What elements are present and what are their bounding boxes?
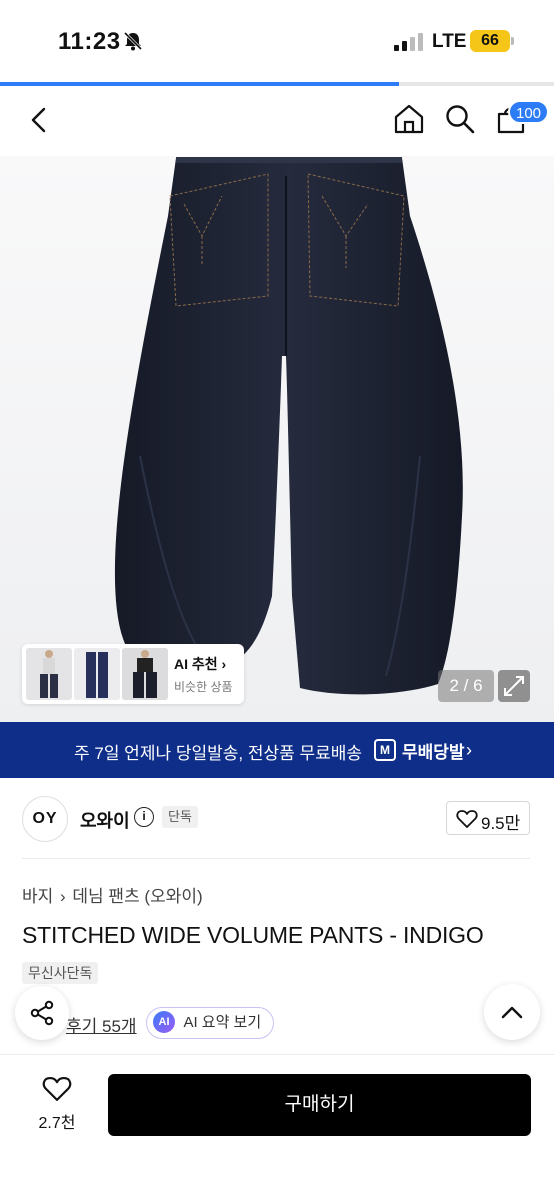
shipping-banner[interactable]: 주 7일 언제나 당일발송, 전상품 무료배송 M 무배당발 ›: [0, 722, 554, 778]
ai-recommend-title: AI 추천 ›: [174, 656, 227, 672]
status-bar: 11:23 LTE 66: [0, 0, 554, 84]
bell-off-icon: [123, 31, 143, 51]
ai-summary-label: AI 요약 보기: [183, 1014, 262, 1031]
review-link[interactable]: 후기 55개: [66, 1012, 137, 1037]
search-icon[interactable]: [444, 103, 476, 135]
scroll-top-button[interactable]: [484, 984, 540, 1040]
breadcrumb: 바지 › 데님 팬츠 (오와이): [22, 882, 205, 907]
status-time: 11:23: [58, 28, 121, 55]
heart-icon: [42, 1077, 72, 1101]
battery-cap: [511, 37, 514, 45]
bottom-action-bar: 2.7천 구매하기: [0, 1054, 554, 1200]
product-title: STITCHED WIDE VOLUME PANTS - INDIGO: [22, 922, 484, 948]
image-counter: 2 / 6: [438, 670, 494, 702]
exclusive-tag: 무신사단독: [22, 962, 99, 984]
ai-badge-icon: AI: [153, 1011, 175, 1033]
top-navigation: 100: [0, 86, 554, 156]
buy-button[interactable]: 구매하기: [108, 1074, 531, 1136]
brand-exclusive-tag: 단독: [162, 806, 198, 828]
back-arrow-icon[interactable]: [24, 104, 56, 136]
battery-indicator: 66: [470, 30, 510, 52]
banner-service-name: 무배당발: [402, 743, 465, 762]
product-image-gallery[interactable]: AI 추천 › 비슷한 상품 2 / 6: [0, 156, 554, 722]
ai-recommend-label[interactable]: AI 추천 › 비슷한 상품: [174, 654, 233, 695]
home-icon[interactable]: [392, 102, 426, 136]
divider: [22, 858, 530, 859]
breadcrumb-item[interactable]: 데님 팬츠 (오와이): [72, 887, 202, 906]
wishlist-count: 2.7천: [38, 1115, 76, 1132]
chevron-right-icon: ›: [221, 656, 227, 672]
brand-like-count: 9.5만: [481, 814, 521, 833]
ai-recommend-strip[interactable]: AI 추천 › 비슷한 상품: [22, 644, 244, 704]
brand-logo[interactable]: OY: [22, 796, 68, 842]
recommend-thumbnail[interactable]: [122, 648, 168, 700]
heart-icon: [456, 810, 478, 828]
expand-icon[interactable]: [498, 670, 530, 702]
ai-summary-button[interactable]: AI AI 요약 보기: [146, 1007, 275, 1039]
signal-icon: [394, 33, 423, 51]
ai-recommend-subtitle: 비슷한 상품: [174, 680, 233, 694]
breadcrumb-item[interactable]: 바지: [22, 887, 53, 906]
info-icon[interactable]: i: [134, 807, 154, 827]
network-type: LTE: [432, 31, 467, 52]
recommend-thumbnail[interactable]: [26, 648, 72, 700]
product-image: [114, 157, 463, 695]
brand-like-button[interactable]: 9.5만: [446, 801, 530, 835]
wishlist-button[interactable]: 2.7천: [30, 1075, 84, 1133]
chevron-right-icon: ›: [466, 740, 472, 760]
recommend-thumbnail[interactable]: [74, 648, 120, 700]
chevron-right-icon: ›: [60, 887, 66, 906]
delivery-logo-icon: M: [374, 739, 396, 761]
share-button[interactable]: [15, 986, 69, 1040]
chevron-up-icon: [501, 1006, 523, 1019]
banner-text: 주 7일 언제나 당일발송, 전상품 무료배송: [74, 744, 363, 763]
brand-name[interactable]: 오와이: [80, 807, 130, 833]
cart-count-badge: 100: [508, 100, 550, 124]
share-icon: [30, 1000, 54, 1026]
